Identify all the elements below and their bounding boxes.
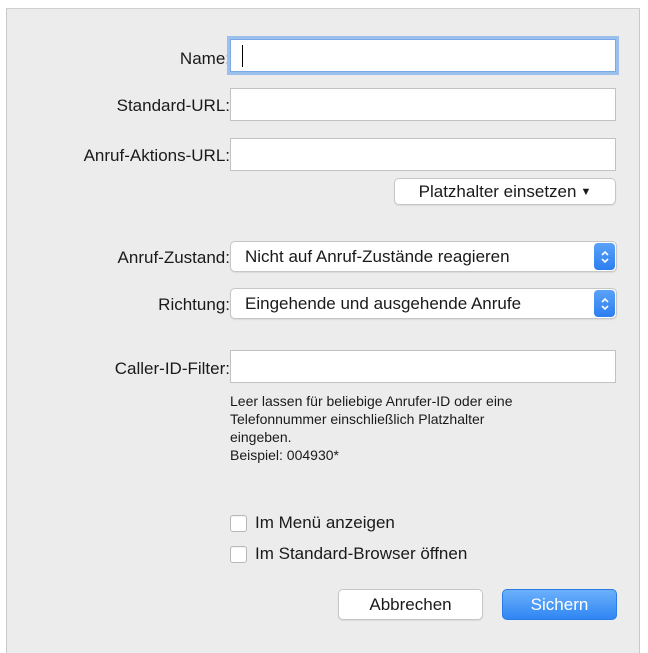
open-in-default-browser-checkbox[interactable] [230,545,247,563]
default-url-field[interactable] [230,88,616,121]
caller-id-filter-label: Caller-ID-Filter: [114,359,230,378]
name-label: Name: [179,49,230,68]
open-in-default-browser-label: Im Standard-Browser öffnen [255,544,468,563]
call-action-url-field[interactable] [230,138,616,171]
text-cursor [242,45,243,67]
show-in-menu-label: Im Menü anzeigen [255,513,395,532]
hint-line: Leer lassen für beliebige Anrufer-ID ode… [230,393,513,409]
hint-line: Telefonnummer einschließlich Platzhalter [230,411,485,427]
call-action-url-label: Anruf-Aktions-URL: [83,146,230,165]
up-down-chevron-icon [594,243,615,270]
insert-placeholder-label: Platzhalter einsetzen [418,182,577,201]
show-in-menu-option[interactable]: Im Menü anzeigen [230,512,395,534]
cancel-button[interactable]: Abbrechen [338,589,483,620]
call-state-label: Anruf-Zustand: [117,248,230,267]
up-down-chevron-icon [594,290,615,317]
hint-example: Beispiel: 004930* [230,447,339,463]
open-in-default-browser-option[interactable]: Im Standard-Browser öffnen [230,543,467,565]
show-in-menu-checkbox[interactable] [230,514,247,532]
call-state-selected: Nicht auf Anruf-Zustände reagieren [245,247,510,266]
insert-placeholder-button[interactable]: Platzhalter einsetzen ▼ [394,178,616,205]
chevron-down-icon: ▼ [580,186,592,198]
save-button[interactable]: Sichern [502,589,617,620]
direction-label: Richtung: [158,295,230,314]
caller-id-hint: Leer lassen für beliebige Anrufer-ID ode… [230,392,620,464]
direction-selected: Eingehende und ausgehende Anrufe [245,294,522,313]
hint-line: eingeben. [230,429,292,445]
direction-popup[interactable]: Eingehende und ausgehende Anrufe [230,288,617,319]
call-state-popup[interactable]: Nicht auf Anruf-Zustände reagieren [230,241,617,272]
name-field[interactable] [230,39,616,72]
caller-id-filter-field[interactable] [230,350,616,383]
default-url-label: Standard-URL: [116,96,230,115]
